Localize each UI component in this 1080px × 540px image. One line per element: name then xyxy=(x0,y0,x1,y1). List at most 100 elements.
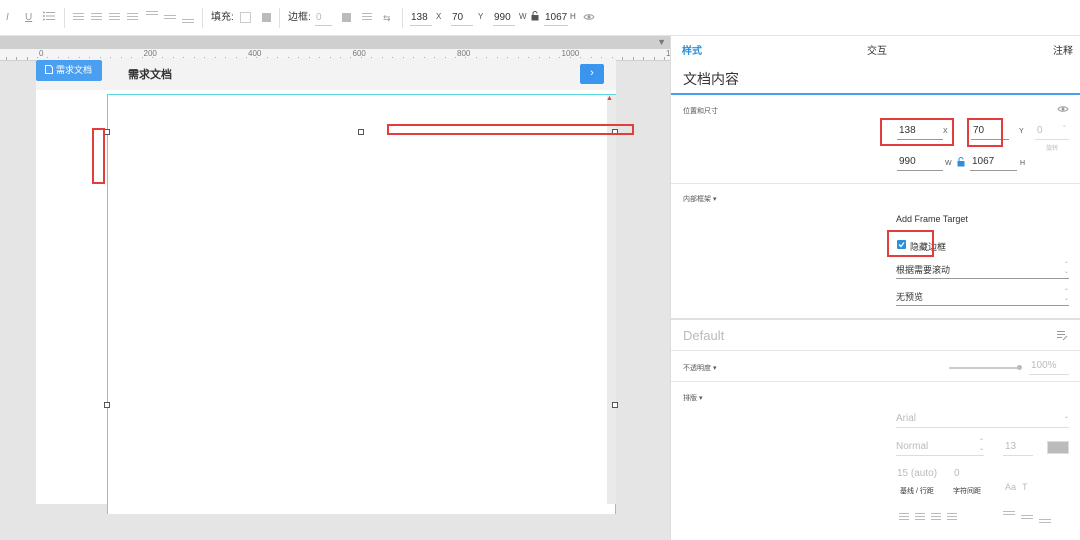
font-weight-value: Normal xyxy=(896,441,929,452)
highlight-hide-border xyxy=(887,230,934,257)
fill-image-icon[interactable] xyxy=(262,13,271,22)
toolbar-h-input[interactable]: 1067 xyxy=(544,11,568,26)
resize-handle-top-middle[interactable] xyxy=(358,129,364,135)
fill-label: 填充: xyxy=(211,12,234,23)
text-shadow-icon[interactable]: T xyxy=(1022,482,1028,492)
top-toolbar: I U 填充: 边框: 0 ⇆ 138 X 70 Y 990 W 1067 H xyxy=(0,0,1080,36)
visibility-eye-icon[interactable] xyxy=(583,12,595,26)
add-frame-target-link[interactable]: Add Frame Target xyxy=(896,214,968,224)
align-justify-icon[interactable] xyxy=(127,13,138,22)
doc-tab-badge[interactable]: 需求文档 xyxy=(36,60,102,81)
font-weight-select[interactable]: Normal ⌃ ⌄ xyxy=(896,439,984,456)
spinner-icon: ⌃ ⌄ xyxy=(1063,289,1069,302)
ruler-tick xyxy=(633,57,634,60)
letter-spacing-label: 字符间距 xyxy=(953,488,981,495)
y-unit: Y xyxy=(1019,128,1024,135)
align-right-icon[interactable] xyxy=(109,13,120,22)
preview-value: 无预览 xyxy=(896,292,924,302)
border-arrow-icon[interactable]: ⇆ xyxy=(383,11,391,25)
list-icon[interactable] xyxy=(43,11,55,25)
toolbar-h-unit: H xyxy=(570,12,576,21)
border-label: 边框: xyxy=(288,12,311,23)
ruler-label: 200 xyxy=(143,49,157,58)
valign-middle-icon[interactable] xyxy=(1021,515,1033,521)
font-size-input[interactable]: 13 xyxy=(1003,440,1033,456)
opacity-input[interactable]: 100% xyxy=(1029,359,1069,375)
lock-icon[interactable] xyxy=(531,11,539,25)
text-align-left-icon[interactable] xyxy=(899,513,909,522)
fill-color-picker[interactable] xyxy=(240,12,251,23)
border-style-icon[interactable] xyxy=(362,13,372,22)
valign-bottom-icon[interactable] xyxy=(1039,519,1051,525)
tab-interaction[interactable]: 交互 xyxy=(867,42,887,57)
section-divider xyxy=(671,381,1080,382)
w-input[interactable]: 990 xyxy=(897,155,943,171)
spinner-icon: ⌃ ⌄ xyxy=(1063,262,1069,275)
frame-scroll-strip xyxy=(607,95,616,504)
toolbar-divider xyxy=(402,8,403,28)
collapse-arrow-icon[interactable]: ▼ xyxy=(657,36,666,48)
canvas-top-strip: ▼ xyxy=(0,36,670,49)
align-left-icon[interactable] xyxy=(73,13,84,22)
text-case-icon[interactable]: Aa xyxy=(1005,482,1016,492)
underline-button[interactable]: U xyxy=(25,11,32,25)
line-height-label: 基线 / 行距 xyxy=(900,488,934,495)
text-align-justify-icon[interactable] xyxy=(947,513,957,522)
inline-frame-widget[interactable] xyxy=(107,94,616,514)
tab-notes[interactable]: 注释 xyxy=(1053,42,1073,57)
valign-middle-icon[interactable] xyxy=(164,15,176,21)
valign-top-icon[interactable] xyxy=(146,11,158,17)
align-center-icon[interactable] xyxy=(91,13,102,22)
doc-badge-label: 需求文档 xyxy=(56,65,93,75)
heading-accent-line xyxy=(671,93,1080,95)
highlight-x-field xyxy=(880,118,954,146)
font-color-swatch[interactable] xyxy=(1047,441,1069,454)
text-align-right-icon[interactable] xyxy=(931,513,941,522)
scroll-mode-select[interactable]: 根据需要滚动 ⌃ ⌄ xyxy=(896,262,1069,279)
section-divider xyxy=(671,350,1080,351)
resize-handle-middle-right[interactable] xyxy=(612,402,618,408)
inspector-tabs: 样式 交互 注释 xyxy=(671,36,1080,60)
lock-icon[interactable] xyxy=(957,157,965,170)
border-color-icon[interactable] xyxy=(342,13,351,22)
style-name[interactable]: Default xyxy=(683,328,724,343)
preview-select[interactable]: 无预览 ⌃ ⌄ xyxy=(896,289,1069,306)
rotation-unit: ° xyxy=(1063,125,1066,132)
valign-bottom-icon[interactable] xyxy=(182,19,194,25)
h-input[interactable]: 1067 xyxy=(970,155,1017,171)
highlight-left-edge xyxy=(92,128,105,184)
scroll-mode-value: 根据需要滚动 xyxy=(896,265,951,275)
document-header-bar xyxy=(36,58,616,90)
inspector-panel: 样式 交互 注释 文档内容 位置和尺寸 138 X 70 Y 0 ° 旋转 99… xyxy=(670,36,1080,540)
doc-title: 需求文档 xyxy=(128,69,172,81)
visibility-eye-icon[interactable] xyxy=(1057,105,1069,116)
toolbar-y-input[interactable]: 70 xyxy=(451,11,473,26)
text-align-center-icon[interactable] xyxy=(915,513,925,522)
toolbar-x-input[interactable]: 138 xyxy=(410,11,432,26)
opacity-slider-knob[interactable] xyxy=(1017,365,1022,370)
highlight-y-field xyxy=(967,118,1003,147)
ruler-label: 0 xyxy=(39,49,44,58)
ruler-tick xyxy=(654,57,655,60)
italic-button[interactable]: I xyxy=(6,11,9,25)
resize-handle-middle-left[interactable] xyxy=(104,402,110,408)
panel-heading: 文档内容 xyxy=(683,71,739,87)
toolbar-divider xyxy=(279,8,280,28)
position-size-label: 位置和尺寸 xyxy=(683,108,718,115)
ruler-label: 800 xyxy=(457,49,471,58)
ruler-tick xyxy=(27,57,28,60)
section-divider xyxy=(671,318,1080,320)
next-page-button[interactable]: › xyxy=(580,64,604,84)
font-family-select[interactable]: Arial ⌄ xyxy=(896,412,1069,428)
toolbar-divider xyxy=(64,8,65,28)
valign-top-icon[interactable] xyxy=(1003,511,1015,517)
toolbar-w-input[interactable]: 990 xyxy=(493,11,515,26)
letter-spacing-value[interactable]: 0 xyxy=(954,468,960,479)
toolbar-y-unit: Y xyxy=(478,12,484,21)
ruler-label: 600 xyxy=(352,49,366,58)
edit-style-icon[interactable] xyxy=(1056,329,1068,344)
tab-style[interactable]: 样式 xyxy=(682,42,702,57)
border-width-input[interactable]: 0 xyxy=(315,11,332,26)
opacity-slider-track[interactable] xyxy=(949,367,1021,369)
line-height-value[interactable]: 15 (auto) xyxy=(897,468,937,479)
